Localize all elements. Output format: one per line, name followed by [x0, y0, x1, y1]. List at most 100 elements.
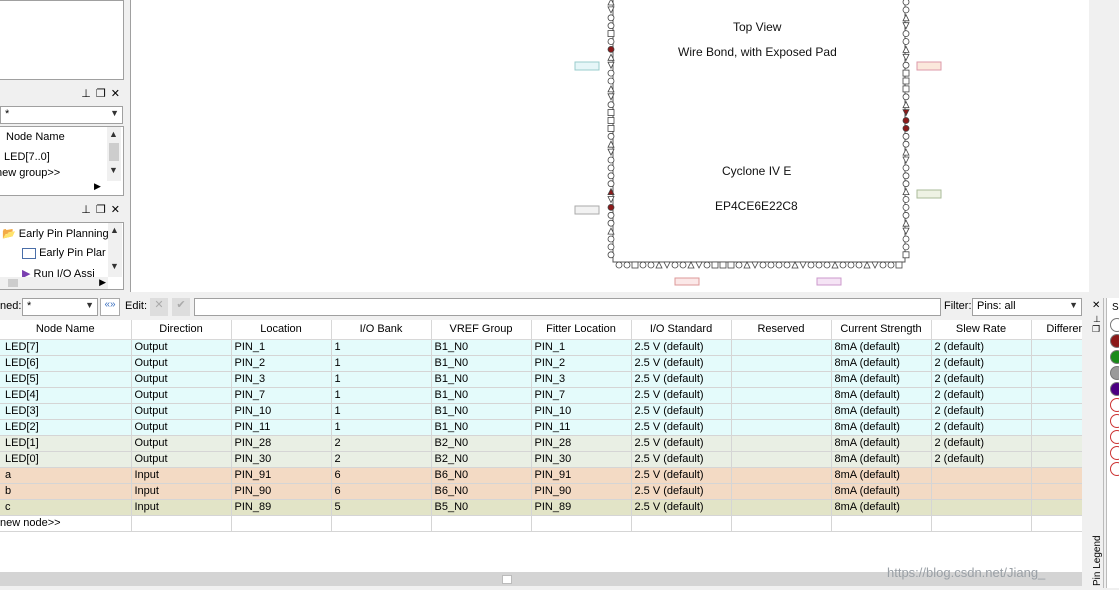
- chip-pin[interactable]: [607, 38, 615, 45]
- chip-pin[interactable]: [631, 261, 639, 269]
- cell-reserved[interactable]: [731, 419, 832, 436]
- cell-direction[interactable]: Input: [131, 467, 232, 484]
- task-item[interactable]: Early Pin Plar: [22, 247, 106, 259]
- node-list-item[interactable]: LED[7..0]: [4, 151, 50, 163]
- table-row[interactable]: b Input PIN_90 6 B6_N0 PIN_90 2.5 V (default) 8…: [0, 483, 1082, 500]
- cell-fitter[interactable]: PIN_90: [531, 483, 632, 500]
- chip-pin[interactable]: [623, 261, 631, 269]
- cell-standard[interactable]: 2.5 V (default): [631, 467, 732, 484]
- cell-name[interactable]: LED[6]: [0, 355, 132, 372]
- cell-reserved[interactable]: [731, 387, 832, 404]
- chevron-down-icon[interactable]: ▼: [110, 261, 119, 271]
- table-row[interactable]: LED[0] Output PIN_30 2 B2_N0 PIN_30 2.5 V (def…: [0, 451, 1082, 468]
- empty-cell[interactable]: [131, 515, 232, 532]
- cell-name[interactable]: b: [0, 483, 132, 500]
- cell-standard[interactable]: 2.5 V (default): [631, 339, 732, 356]
- cell-fitter[interactable]: PIN_2: [531, 355, 632, 372]
- cell-reserved[interactable]: [731, 483, 832, 500]
- chevron-up-icon[interactable]: ▲: [109, 129, 118, 139]
- task-item[interactable]: 📂 Early Pin Planning: [2, 227, 109, 240]
- cell-slew[interactable]: 2 (default): [931, 387, 1032, 404]
- cell-vref[interactable]: B6_N0: [431, 483, 532, 500]
- cell-name[interactable]: LED[5]: [0, 371, 132, 388]
- cell-bank[interactable]: 1: [331, 371, 432, 388]
- cell-standard[interactable]: 2.5 V (default): [631, 387, 732, 404]
- table-row[interactable]: LED[1] Output PIN_28 2 B2_N0 PIN_28 2.5 V (def…: [0, 435, 1082, 452]
- cell-current[interactable]: 8mA (default): [831, 451, 932, 468]
- cell-current[interactable]: 8mA (default): [831, 339, 932, 356]
- cell-name[interactable]: LED[1]: [0, 435, 132, 452]
- chevron-down-icon[interactable]: ▼: [1069, 300, 1078, 310]
- chip-pin[interactable]: [902, 196, 910, 203]
- cell-vref[interactable]: B1_N0: [431, 387, 532, 404]
- empty-cell[interactable]: [431, 515, 532, 532]
- chip-pin[interactable]: [607, 243, 615, 251]
- column-header[interactable]: I/O Standard: [631, 320, 732, 340]
- chip-pin[interactable]: [607, 172, 615, 180]
- column-header[interactable]: Current Strength: [831, 320, 932, 340]
- cell-current[interactable]: 8mA (default): [831, 371, 932, 388]
- cell-direction[interactable]: Output: [131, 387, 232, 404]
- cell-current[interactable]: 8mA (default): [831, 403, 932, 420]
- chip-pin[interactable]: [607, 156, 615, 164]
- cell-current[interactable]: 8mA (default): [831, 419, 932, 436]
- cell-location[interactable]: PIN_11: [231, 419, 332, 436]
- column-header[interactable]: Reserved: [731, 320, 832, 340]
- chip-pin[interactable]: [902, 6, 910, 14]
- chip-pin[interactable]: [902, 30, 910, 37]
- chip-pin[interactable]: [607, 219, 615, 227]
- empty-cell[interactable]: [931, 515, 1032, 532]
- empty-cell[interactable]: [531, 515, 632, 532]
- cell-bank[interactable]: 1: [331, 355, 432, 372]
- column-header[interactable]: Node Name: [0, 320, 132, 340]
- cell-bank[interactable]: 6: [331, 483, 432, 500]
- chip-pin[interactable]: [902, 172, 910, 180]
- cell-slew[interactable]: [931, 483, 1032, 500]
- cell-standard[interactable]: 2.5 V (default): [631, 403, 732, 420]
- chip-pin[interactable]: [823, 261, 831, 269]
- chip-pin[interactable]: [902, 180, 910, 188]
- chip-pin[interactable]: [607, 211, 615, 219]
- cell-reserved[interactable]: [731, 435, 832, 452]
- cell-reserved[interactable]: [731, 499, 832, 516]
- tasks-scrollbar[interactable]: ▲ ▼: [108, 223, 122, 277]
- chip-pin[interactable]: [607, 101, 615, 109]
- cell-name[interactable]: LED[0]: [0, 451, 132, 468]
- cell-bank[interactable]: 2: [331, 435, 432, 452]
- chip-pin[interactable]: [695, 261, 703, 269]
- cell-diff[interactable]: [1031, 419, 1082, 436]
- cell-diff[interactable]: [1031, 467, 1082, 484]
- chip-pin[interactable]: [607, 109, 615, 116]
- chip-pin[interactable]: [902, 211, 910, 219]
- chip-pin[interactable]: [607, 46, 615, 53]
- chip-pin[interactable]: [607, 117, 615, 124]
- panel-window-buttons[interactable]: ⊥ ❐ ✕: [81, 203, 121, 216]
- cell-diff[interactable]: [1031, 403, 1082, 420]
- node-list-item[interactable]: new group>>: [0, 167, 60, 179]
- cell-direction[interactable]: Input: [131, 483, 232, 500]
- chevron-up-icon[interactable]: ▲: [110, 225, 119, 235]
- chip-package-diagram[interactable]: [131, 0, 1090, 292]
- cell-slew[interactable]: 2 (default): [931, 419, 1032, 436]
- cell-slew[interactable]: [931, 467, 1032, 484]
- cell-diff[interactable]: [1031, 339, 1082, 356]
- cell-direction[interactable]: Output: [131, 371, 232, 388]
- scroll-thumb[interactable]: [502, 575, 512, 584]
- cell-bank[interactable]: 1: [331, 387, 432, 404]
- chip-pin[interactable]: [687, 261, 695, 269]
- chip-pin[interactable]: [902, 93, 910, 101]
- cell-current[interactable]: 8mA (default): [831, 467, 932, 484]
- chip-pin[interactable]: [663, 261, 671, 269]
- chip-pin[interactable]: [902, 251, 910, 259]
- tasks-hscroll[interactable]: ▶: [0, 277, 108, 289]
- chip-pin[interactable]: [902, 117, 910, 124]
- cell-bank[interactable]: 1: [331, 339, 432, 356]
- new-node-row[interactable]: new node>>: [0, 515, 1082, 532]
- cell-name[interactable]: LED[2]: [0, 419, 132, 436]
- chip-pin[interactable]: [727, 261, 735, 269]
- cell-reserved[interactable]: [731, 451, 832, 468]
- column-header[interactable]: Direction: [131, 320, 232, 340]
- chip-pin[interactable]: [711, 261, 719, 269]
- chip-pin[interactable]: [902, 132, 910, 140]
- cell-location[interactable]: PIN_28: [231, 435, 332, 452]
